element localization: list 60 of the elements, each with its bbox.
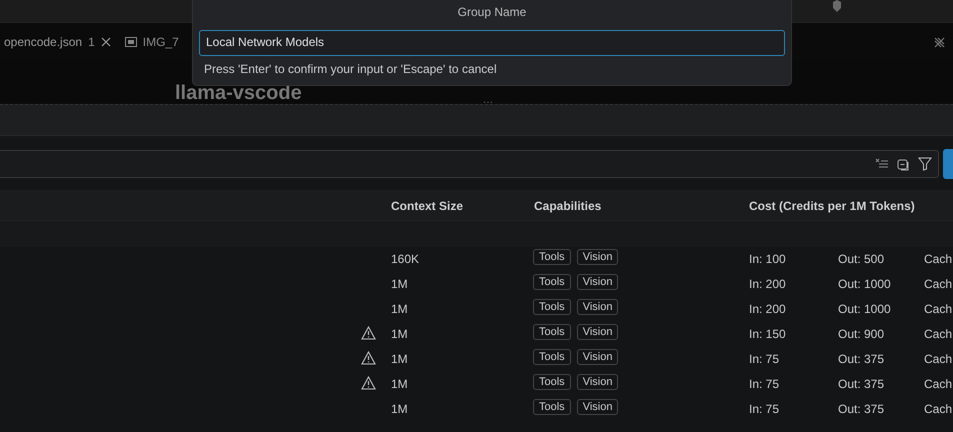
table-cell: Out: 1000 [838, 302, 891, 316]
table-cell: Cach [924, 352, 952, 366]
capability-tag: Tools [533, 299, 571, 315]
table-cell: In: 75 [749, 352, 780, 366]
split-icon[interactable] [934, 37, 945, 48]
capability-tag: Tools [533, 374, 571, 390]
table-cell: Out: 900 [838, 327, 884, 341]
column-header: Context Size [391, 199, 464, 213]
table-cell: Out: 1000 [838, 277, 891, 291]
dialog-hint: Press 'Enter' to confirm your input or 'Escape' to cancel [203, 62, 498, 76]
table-cell: Out: 375 [838, 402, 884, 416]
editor-tab[interactable]: opencode.json 1 [0, 23, 121, 60]
dialog-title: Group Name [456, 5, 528, 21]
table-cell: 1M [391, 277, 408, 291]
table-cell: 1M [391, 302, 408, 316]
table-cell: 1M [391, 402, 408, 416]
table-cell: 1M [391, 327, 408, 341]
capability-tag: Vision [576, 399, 618, 415]
table-cell: In: 75 [749, 402, 780, 416]
table-cell: Out: 375 [838, 352, 884, 366]
column-header: Cost (Credits per 1M Tokens) [749, 199, 915, 213]
shield-icon[interactable] [831, 0, 843, 13]
search-field[interactable] [0, 150, 939, 178]
more-dots[interactable]: ··· [483, 97, 493, 108]
column-header: Capabilities [534, 199, 602, 213]
clear-filter-icon[interactable] [875, 158, 889, 170]
table-cell: Out: 500 [838, 252, 884, 266]
capability-tag: Tools [533, 399, 571, 415]
capability-tag: Vision [576, 374, 618, 390]
table-cell: Cach [924, 402, 952, 416]
filter-icon[interactable] [918, 157, 932, 171]
table-cell: 160K [391, 252, 420, 266]
close-icon[interactable] [100, 36, 111, 46]
table-cell: Cach [924, 302, 952, 316]
table-cell: Cach [924, 252, 952, 266]
table-cell: Cach [924, 327, 952, 341]
table-cell: In: 200 [749, 302, 786, 316]
table-cell: 1M [391, 377, 408, 391]
page-heading: llama-vscode [175, 82, 302, 104]
table-cell: Cach [924, 377, 952, 391]
capability-tag: Vision [576, 299, 618, 315]
table-cell: Cach [924, 277, 952, 291]
input-field[interactable]: Local Network Models [199, 30, 785, 56]
capability-tag: Tools [533, 349, 571, 365]
capability-tag: Tools [533, 249, 571, 265]
capability-tag: Vision [576, 249, 618, 265]
capability-tag: Vision [576, 324, 618, 340]
table-cell: In: 75 [749, 377, 780, 391]
collapse-icon[interactable] [897, 158, 910, 170]
editor-tab[interactable]: IMG_7 [120, 23, 189, 60]
capability-tag: Vision [576, 349, 618, 365]
capability-tag: Vision [576, 274, 618, 290]
capability-tag: Tools [533, 324, 571, 340]
capability-tag: Tools [533, 274, 571, 290]
table-cell: 1M [391, 352, 408, 366]
table-cell: In: 150 [749, 327, 786, 341]
table-cell: Out: 375 [838, 377, 884, 391]
image-icon [124, 36, 137, 46]
table-cell: In: 100 [749, 252, 786, 266]
table-cell: In: 200 [749, 277, 786, 291]
